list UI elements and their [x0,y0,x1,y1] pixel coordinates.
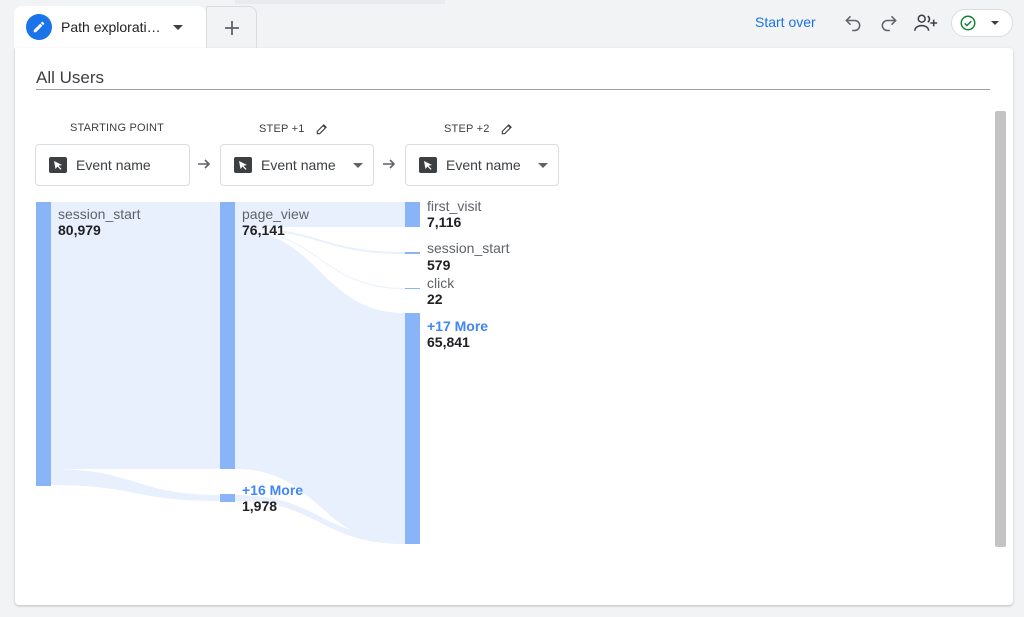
arrow-right-icon [198,159,211,169]
bar-step2-session-start [405,252,420,254]
chevron-down-icon [991,21,999,25]
step-header-step-1: STEP +1 [259,122,329,136]
check-circle-icon [960,15,976,31]
top-bar: Path explorati… Start over [0,0,1024,48]
start-over-button[interactable]: Start over [755,14,816,30]
segment-divider [36,89,990,90]
selector-label: Event name [446,157,521,173]
status-dropdown[interactable] [951,9,1013,37]
starting-point-selector[interactable]: Event name [35,144,190,186]
chevron-down-icon [538,163,548,168]
node-click-value: 22 [427,291,443,307]
tab-path-exploration[interactable]: Path explorati… [14,6,206,48]
share-users-icon[interactable] [913,12,939,34]
selector-label: Event name [261,157,336,173]
node-step2-more-value: 65,841 [427,334,470,350]
bar-step1-page-view [220,202,235,469]
flow-start-to-page-view [51,202,220,469]
node-click-name[interactable]: click [427,275,454,291]
vertical-scrollbar[interactable] [995,111,1006,547]
tab-title: Path explorati… [61,19,161,35]
segment-title: All Users [36,68,105,87]
flow-start-to-more [51,469,220,501]
step1-selector[interactable]: Event name [220,144,374,186]
node-first-visit-name[interactable]: first_visit [427,198,481,214]
step2-selector[interactable]: Event name [405,144,559,186]
bar-step2-click [405,288,420,289]
node-step1-more-value: 1,978 [242,498,278,514]
add-tab-button[interactable] [206,6,257,48]
node-page-view-name[interactable]: page_view [242,206,309,222]
step-header-label: STARTING POINT [70,122,165,134]
tab-dropdown-icon[interactable] [172,24,183,30]
node-session-start-name[interactable]: session_start [58,206,140,222]
node-first-visit-value: 7,116 [427,214,462,230]
path-flow-diagram [36,202,420,544]
cursor-icon [49,157,67,173]
node-session-start-step2-name[interactable]: session_start [427,240,509,256]
bar-step1-more [220,494,235,502]
step-header-step-2: STEP +2 [444,122,514,136]
step-header-label: STEP +1 [259,123,305,135]
exploration-canvas: All Users STARTING POINT STEP +1 STEP +2 [15,48,1013,605]
pencil-icon [26,14,52,40]
step-header-starting-point: STARTING POINT [70,122,164,134]
selector-label: Event name [76,157,151,173]
bar-step2-first-visit [405,202,420,227]
top-divider [235,0,445,4]
bar-step2-more [405,313,420,544]
node-session-start-step2-value: 579 [427,257,451,273]
cursor-icon [234,157,252,173]
edit-pencil-icon[interactable] [500,122,514,136]
chevron-down-icon [353,163,363,168]
bar-start-session-start [36,202,51,486]
node-step1-more-link[interactable]: +16 More [242,482,303,498]
node-session-start-value: 80,979 [58,222,101,238]
undo-icon[interactable] [842,12,864,34]
arrow-right-icon [383,159,396,169]
plus-icon [224,20,239,35]
edit-pencil-icon[interactable] [315,122,329,136]
step-header-label: STEP +2 [444,123,490,135]
node-page-view-value: 76,141 [242,222,285,238]
redo-icon[interactable] [878,12,900,34]
cursor-icon [419,157,437,173]
node-step2-more-link[interactable]: +17 More [427,318,488,334]
flow-page-view-to-click [235,229,405,289]
